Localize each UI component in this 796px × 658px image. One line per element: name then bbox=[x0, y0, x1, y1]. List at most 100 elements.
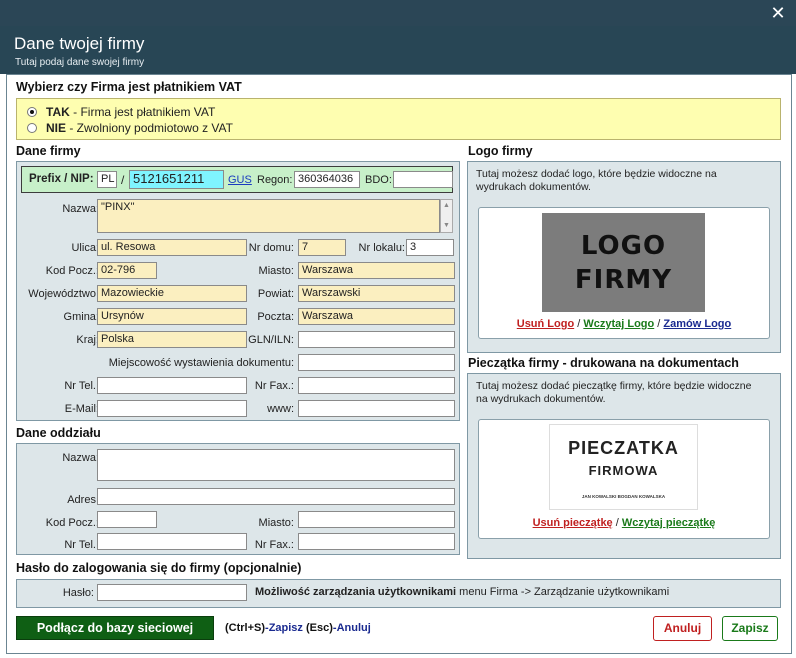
prefix-label: Prefix / NIP: bbox=[29, 173, 94, 185]
email-input[interactable] bbox=[97, 400, 247, 417]
stamp-heading: Pieczątka firmy - drukowana na dokumenta… bbox=[468, 356, 739, 370]
password-box: Hasło: Możliwość zarządzania użytkownika… bbox=[16, 579, 781, 608]
name-scrollbar[interactable]: ▲ ▼ bbox=[440, 199, 453, 233]
scroll-down-icon[interactable]: ▼ bbox=[443, 222, 450, 229]
nip-input[interactable]: 5121651211 bbox=[129, 170, 224, 189]
logo-sep-1: / bbox=[574, 318, 584, 330]
branch-fax-label: Nr Fax.: bbox=[254, 539, 294, 551]
bdo-label: BDO: bbox=[365, 174, 392, 186]
password-note-rest: menu Firma -> Zarządzanie użytkownikami bbox=[456, 586, 670, 598]
branch-city-label: Miasto: bbox=[258, 517, 294, 529]
load-logo-link[interactable]: Wczytaj Logo bbox=[583, 318, 654, 330]
stamp-panel: PIECZATKA FIRMOWA JAN KOWALSKI BOGDAN KO… bbox=[478, 419, 770, 539]
load-stamp-link[interactable]: Wczytaj pieczątkę bbox=[622, 517, 716, 529]
zip-label: Kod Pocz.: bbox=[45, 265, 99, 277]
name-input[interactable]: "PINX" bbox=[97, 199, 440, 233]
house-label: Nr domu: bbox=[248, 242, 294, 254]
vat-option-nie-key: NIE bbox=[46, 121, 67, 135]
gln-input[interactable] bbox=[298, 331, 455, 348]
branch-heading: Dane oddziału bbox=[16, 426, 101, 440]
save-button[interactable]: Zapisz bbox=[722, 616, 778, 641]
branch-address-label: Adres: bbox=[67, 494, 99, 506]
hint-key-esc: (Esc) bbox=[302, 622, 333, 634]
logo-box: Tutaj możesz dodać logo, które będzie wi… bbox=[467, 161, 781, 353]
branch-fax-input[interactable] bbox=[298, 533, 455, 550]
scroll-up-icon[interactable]: ▲ bbox=[443, 202, 450, 209]
dialog-body: Wybierz czy Firma jest płatnikiem VAT TA… bbox=[6, 74, 792, 654]
stamp-sep: / bbox=[612, 517, 622, 529]
house-input[interactable]: 7 bbox=[298, 239, 346, 256]
issue-place-input[interactable] bbox=[298, 354, 455, 371]
city-input[interactable]: Warszawa bbox=[298, 262, 455, 279]
cancel-button[interactable]: Anuluj bbox=[653, 616, 712, 641]
fax-input[interactable] bbox=[298, 377, 455, 394]
stamp-info: Tutaj możesz dodać pieczątkę firmy, któr… bbox=[476, 380, 752, 405]
issue-place-label: Miejscowość wystawienia dokumentu: bbox=[108, 357, 294, 369]
logo-info: Tutaj możesz dodać logo, które będzie wi… bbox=[476, 168, 717, 193]
voivodeship-label: Województwo: bbox=[28, 288, 99, 300]
logo-heading: Logo firmy bbox=[468, 144, 533, 158]
country-label: Kraj: bbox=[76, 334, 99, 346]
hint-key-ctrl-s: (Ctrl+S) bbox=[225, 622, 266, 634]
phone-input[interactable] bbox=[97, 377, 247, 394]
password-label: Hasło: bbox=[62, 587, 94, 599]
commune-input[interactable]: Ursynów bbox=[97, 308, 247, 325]
gus-link[interactable]: GUS bbox=[228, 174, 252, 186]
branch-city-input[interactable] bbox=[298, 511, 455, 528]
stamp-image: PIECZATKA FIRMOWA JAN KOWALSKI BOGDAN KO… bbox=[549, 424, 698, 510]
logo-image: LOGO FIRMY bbox=[542, 213, 705, 312]
radio-nie[interactable] bbox=[27, 123, 37, 133]
branch-phone-label: Nr Tel.: bbox=[64, 539, 99, 551]
password-note-bold: Możliwość zarządzania użytkownikami bbox=[255, 586, 457, 598]
flat-input[interactable]: 3 bbox=[406, 239, 454, 256]
branch-name-input[interactable] bbox=[97, 449, 455, 481]
fax-label: Nr Fax.: bbox=[254, 380, 294, 392]
company-box: Prefix / NIP: PL / 5121651211 GUS Regon:… bbox=[16, 161, 460, 421]
bdo-input[interactable] bbox=[393, 171, 453, 188]
email-label: E-Mail: bbox=[64, 403, 99, 415]
regon-label: Regon: bbox=[257, 174, 293, 186]
hint-cancel: -Anuluj bbox=[332, 622, 371, 634]
branch-zip-input[interactable] bbox=[97, 511, 157, 528]
prefix-input[interactable]: PL bbox=[97, 171, 117, 188]
country-input[interactable]: Polska bbox=[97, 331, 247, 348]
street-label: Ulica: bbox=[71, 242, 99, 254]
password-heading: Hasło do zalogowania się do firmy (opcjo… bbox=[16, 561, 302, 575]
www-label: www: bbox=[267, 403, 294, 415]
close-icon[interactable]: ✕ bbox=[768, 3, 788, 23]
radio-tak[interactable] bbox=[27, 107, 37, 117]
county-input[interactable]: Warszawski bbox=[298, 285, 455, 302]
zip-input[interactable]: 02-796 bbox=[97, 262, 157, 279]
remove-stamp-link[interactable]: Usuń pieczątkę bbox=[533, 517, 613, 529]
post-label: Poczta: bbox=[257, 311, 294, 323]
regon-input[interactable]: 360364036 bbox=[294, 171, 360, 188]
county-label: Powiat: bbox=[257, 288, 294, 300]
www-input[interactable] bbox=[298, 400, 455, 417]
logo-image-line1: LOGO bbox=[580, 231, 667, 261]
vat-options-box: TAK - Firma jest płatnikiem VAT NIE - Zw… bbox=[16, 98, 781, 140]
name-label: Nazwa: bbox=[62, 203, 99, 215]
stamp-box: Tutaj możesz dodać pieczątkę firmy, któr… bbox=[467, 373, 781, 559]
flat-label: Nr lokalu: bbox=[358, 242, 405, 254]
stamp-actions: Usuń pieczątkę / Wczytaj pieczątkę bbox=[479, 517, 769, 529]
post-input[interactable]: Warszawa bbox=[298, 308, 455, 325]
remove-logo-link[interactable]: Usuń Logo bbox=[517, 318, 574, 330]
logo-image-line2: FIRMY bbox=[574, 265, 673, 295]
branch-phone-input[interactable] bbox=[97, 533, 247, 550]
city-label: Miasto: bbox=[258, 265, 294, 277]
street-input[interactable]: ul. Resowa bbox=[97, 239, 247, 256]
logo-actions: Usuń Logo / Wczytaj Logo / Zamów Logo bbox=[479, 318, 769, 330]
commune-label: Gmina: bbox=[63, 311, 99, 323]
dialog-header: Dane twojej firmy Tutaj podaj dane swoje… bbox=[0, 26, 796, 74]
vat-option-tak-desc: - Firma jest płatnikiem VAT bbox=[69, 105, 216, 119]
dialog-subtitle: Tutaj podaj dane swojej firmy bbox=[15, 57, 145, 68]
connect-network-db-button[interactable]: Podłącz do bazy sieciowej bbox=[16, 616, 214, 640]
password-input[interactable] bbox=[97, 584, 247, 601]
vat-heading: Wybierz czy Firma jest płatnikiem VAT bbox=[16, 80, 242, 94]
order-logo-link[interactable]: Zamów Logo bbox=[663, 318, 731, 330]
branch-address-input[interactable] bbox=[97, 488, 455, 505]
voivodeship-input[interactable]: Mazowieckie bbox=[97, 285, 247, 302]
dialog-title: Dane twojej firmy bbox=[14, 34, 145, 53]
logo-panel: LOGO FIRMY Usuń Logo / Wczytaj Logo / Za… bbox=[478, 207, 770, 339]
gln-label: GLN/ILN: bbox=[248, 334, 294, 346]
